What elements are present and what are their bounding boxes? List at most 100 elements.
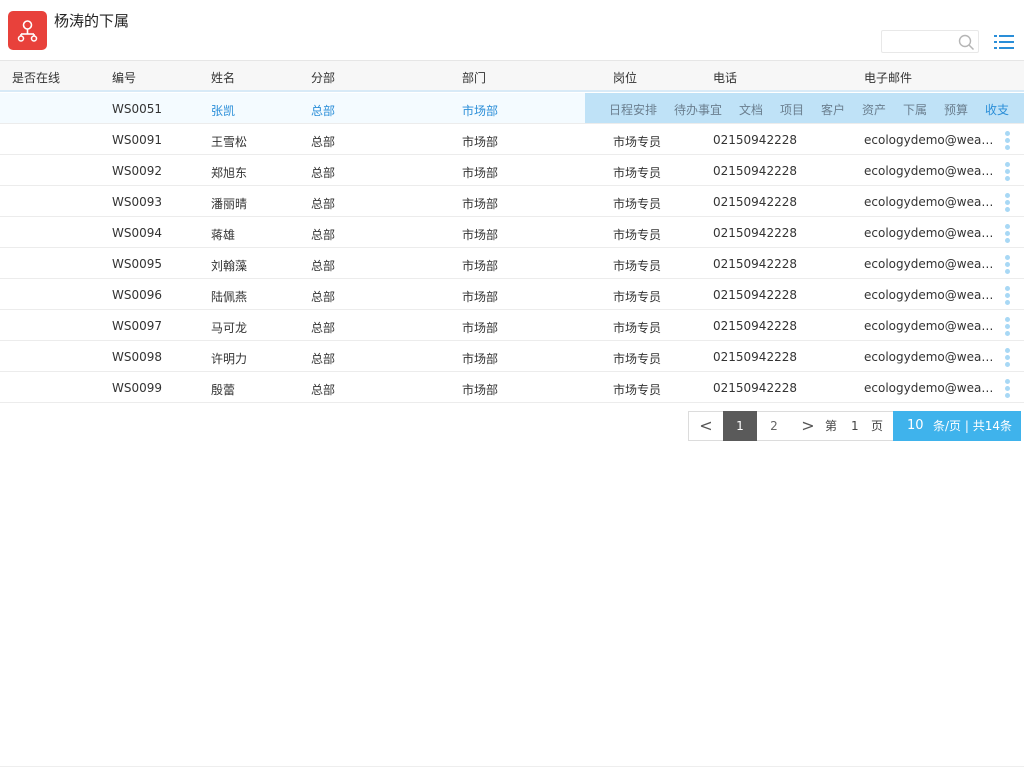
list-menu-icon[interactable] bbox=[993, 33, 1015, 51]
name-cell[interactable]: 陆佩燕 bbox=[211, 288, 247, 305]
name-cell[interactable]: 殷蕾 bbox=[211, 381, 235, 398]
table-header: 是否在线 编号 姓名 分部 部门 岗位 电话 电子邮件 bbox=[0, 61, 1024, 92]
more-options-icon[interactable] bbox=[1003, 378, 1011, 398]
more-options-icon[interactable] bbox=[1003, 254, 1011, 274]
more-options-icon[interactable] bbox=[1003, 285, 1011, 305]
name-cell[interactable]: 郑旭东 bbox=[211, 164, 247, 181]
email-cell: ecologydemo@weav... bbox=[864, 381, 996, 395]
more-options-icon[interactable] bbox=[1003, 161, 1011, 181]
id-cell: WS0097 bbox=[112, 319, 163, 333]
table-row[interactable]: WS0095 刘翰藻 总部 市场部 市场专员 02150942228 ecologydemo… bbox=[0, 248, 1024, 279]
phone-cell: 02150942228 bbox=[713, 226, 797, 240]
name-cell[interactable]: 刘翰藻 bbox=[211, 257, 247, 274]
branch-cell[interactable]: 总部 bbox=[311, 288, 335, 305]
branch-cell[interactable]: 总部 bbox=[311, 319, 335, 336]
column-header-branch[interactable]: 分部 bbox=[311, 69, 335, 86]
column-header-post[interactable]: 岗位 bbox=[613, 69, 637, 86]
post-cell: 市场专员 bbox=[613, 197, 662, 211]
column-header-department[interactable]: 部门 bbox=[462, 69, 486, 86]
row-action-2[interactable]: 文档 bbox=[739, 101, 763, 118]
email-cell: ecologydemo@weav... bbox=[864, 319, 996, 333]
page-size-selector[interactable]: 10 条/页 | 共14条 bbox=[893, 411, 1021, 441]
page-header: 杨涛的下属 bbox=[0, 0, 1024, 61]
branch-cell[interactable]: 总部 bbox=[311, 226, 335, 243]
department-cell[interactable]: 市场部 bbox=[462, 102, 498, 119]
more-options-icon[interactable] bbox=[1003, 347, 1011, 367]
email-cell: ecologydemo@weav... bbox=[864, 226, 996, 240]
id-cell: WS0051 bbox=[112, 102, 163, 116]
bottom-divider bbox=[0, 766, 1024, 767]
search-box[interactable] bbox=[881, 30, 979, 53]
column-header-email[interactable]: 电子邮件 bbox=[864, 69, 912, 86]
page-jump-suffix: 页 bbox=[871, 419, 884, 433]
page-jump-input[interactable]: 1 bbox=[851, 412, 859, 440]
row-action-7[interactable]: 预算 bbox=[944, 101, 968, 118]
table-row[interactable]: WS0098 许明力 总部 市场部 市场专员 02150942228 ecologydemo… bbox=[0, 341, 1024, 372]
row-action-8[interactable]: 收支 bbox=[985, 101, 1009, 118]
post-cell: 市场专员 bbox=[613, 383, 662, 397]
branch-cell[interactable]: 总部 bbox=[311, 257, 335, 274]
name-cell[interactable]: 蒋雄 bbox=[211, 226, 235, 243]
branch-cell[interactable]: 总部 bbox=[311, 164, 335, 181]
search-icon[interactable] bbox=[958, 34, 975, 51]
name-cell[interactable]: 王雪松 bbox=[211, 133, 247, 150]
page-button-2[interactable]: 2 bbox=[757, 411, 791, 441]
department-cell[interactable]: 市场部 bbox=[462, 381, 498, 398]
branch-cell[interactable]: 总部 bbox=[311, 350, 335, 367]
row-action-5[interactable]: 资产 bbox=[862, 101, 886, 118]
branch-cell[interactable]: 总部 bbox=[311, 195, 335, 212]
department-cell[interactable]: 市场部 bbox=[462, 133, 498, 150]
table-row[interactable]: WS0093 潘丽晴 总部 市场部 市场专员 02150942228 ecologydemo… bbox=[0, 186, 1024, 217]
search-input[interactable] bbox=[886, 33, 956, 50]
table-row[interactable]: WS0091 王雪松 总部 市场部 市场专员 02150942228 ecologydemo… bbox=[0, 124, 1024, 155]
column-header-online[interactable]: 是否在线 bbox=[12, 69, 60, 86]
row-action-0[interactable]: 日程安排 bbox=[609, 101, 657, 118]
email-cell: ecologydemo@weav... bbox=[864, 350, 996, 364]
department-cell[interactable]: 市场部 bbox=[462, 288, 498, 305]
name-cell[interactable]: 潘丽晴 bbox=[211, 195, 247, 212]
phone-cell: 02150942228 bbox=[713, 381, 797, 395]
department-cell[interactable]: 市场部 bbox=[462, 226, 498, 243]
more-options-icon[interactable] bbox=[1003, 316, 1011, 336]
branch-cell[interactable]: 总部 bbox=[311, 381, 335, 398]
name-cell[interactable]: 马可龙 bbox=[211, 319, 247, 336]
post-cell: 市场专员 bbox=[613, 228, 662, 242]
row-action-3[interactable]: 项目 bbox=[780, 101, 804, 118]
column-header-id[interactable]: 编号 bbox=[112, 69, 136, 86]
prev-page-button[interactable]: < bbox=[688, 411, 724, 441]
column-header-phone[interactable]: 电话 bbox=[713, 69, 737, 86]
table-row[interactable]: WS0051 张凯 总部 市场部 日程安排 待办事宜 文档 项目 客户 资产 下属 预算 收支 bbox=[0, 93, 1024, 124]
row-action-6[interactable]: 下属 bbox=[903, 101, 927, 118]
id-cell: WS0094 bbox=[112, 226, 163, 240]
branch-cell[interactable]: 总部 bbox=[311, 133, 335, 150]
row-action-1[interactable]: 待办事宜 bbox=[674, 101, 722, 118]
table-row[interactable]: WS0097 马可龙 总部 市场部 市场专员 02150942228 ecologydemo… bbox=[0, 310, 1024, 341]
phone-cell: 02150942228 bbox=[713, 319, 797, 333]
more-options-icon[interactable] bbox=[1003, 192, 1011, 212]
department-cell[interactable]: 市场部 bbox=[462, 350, 498, 367]
name-cell[interactable]: 张凯 bbox=[211, 102, 235, 119]
id-cell: WS0091 bbox=[112, 133, 163, 147]
post-cell: 市场专员 bbox=[613, 135, 662, 149]
table-row[interactable]: WS0092 郑旭东 总部 市场部 市场专员 02150942228 ecologydemo… bbox=[0, 155, 1024, 186]
table-row[interactable]: WS0099 殷蕾 总部 市场部 市场专员 02150942228 ecologydemo@… bbox=[0, 372, 1024, 403]
branch-cell[interactable]: 总部 bbox=[311, 102, 335, 119]
next-page-button[interactable]: > bbox=[791, 411, 825, 441]
column-header-name[interactable]: 姓名 bbox=[211, 69, 235, 86]
table-row[interactable]: WS0096 陆佩燕 总部 市场部 市场专员 02150942228 ecologydemo… bbox=[0, 279, 1024, 310]
more-options-icon[interactable] bbox=[1003, 223, 1011, 243]
page-button-1[interactable]: 1 bbox=[723, 411, 757, 441]
more-options-icon[interactable] bbox=[1003, 130, 1011, 150]
page-size-value[interactable]: 10 bbox=[907, 411, 924, 441]
department-cell[interactable]: 市场部 bbox=[462, 257, 498, 274]
department-cell[interactable]: 市场部 bbox=[462, 319, 498, 336]
post-cell: 市场专员 bbox=[613, 166, 662, 180]
department-cell[interactable]: 市场部 bbox=[462, 195, 498, 212]
post-cell: 市场专员 bbox=[613, 321, 662, 335]
row-action-4[interactable]: 客户 bbox=[821, 101, 845, 118]
email-cell: ecologydemo@weav... bbox=[864, 288, 996, 302]
table-row[interactable]: WS0094 蒋雄 总部 市场部 市场专员 02150942228 ecologydemo@… bbox=[0, 217, 1024, 248]
department-cell[interactable]: 市场部 bbox=[462, 164, 498, 181]
name-cell[interactable]: 许明力 bbox=[211, 350, 247, 367]
phone-cell: 02150942228 bbox=[713, 164, 797, 178]
